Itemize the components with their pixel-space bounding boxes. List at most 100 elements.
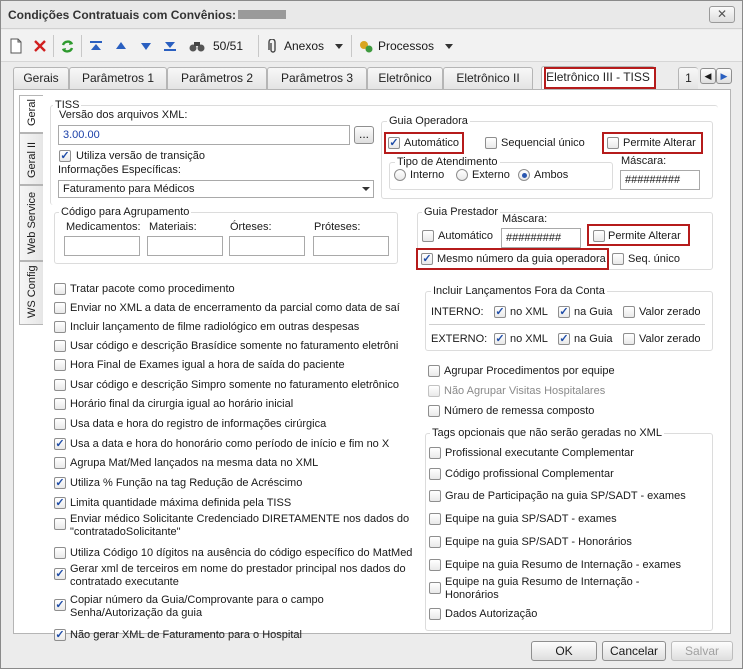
prestador-automatic-checkbox[interactable] xyxy=(422,230,434,242)
side-tab-label: Geral II xyxy=(26,141,38,178)
grouping-code-title: Código para Agrupamento xyxy=(59,206,192,218)
left-option-checkbox[interactable] xyxy=(54,302,66,314)
annexes-menu[interactable]: Anexos xyxy=(266,38,346,54)
left-option-checkbox[interactable]: ✓ xyxy=(54,629,66,641)
attendance-interno-radio[interactable] xyxy=(394,169,406,181)
specific-info-value: Faturamento para Médicos xyxy=(63,183,195,195)
save-button[interactable]: Salvar xyxy=(671,641,733,661)
left-option-checkbox[interactable]: ✓ xyxy=(54,599,66,611)
processes-icon xyxy=(360,40,373,52)
tab-eletronico-iii-tiss[interactable]: Eletrônico III - TISS xyxy=(541,66,655,89)
seq-unique-checkbox[interactable] xyxy=(612,253,624,265)
new-document-icon[interactable] xyxy=(9,38,23,54)
previous-record-icon[interactable] xyxy=(114,38,128,54)
tab-eletronico-ii[interactable]: Eletrônico II xyxy=(443,67,533,89)
right-option-checkbox[interactable] xyxy=(428,405,440,417)
left-option-label: Hora Final de Exames igual a hora de saí… xyxy=(70,359,345,371)
left-option-checkbox[interactable] xyxy=(54,518,66,530)
tab-gerais[interactable]: Gerais xyxy=(13,67,69,89)
tab-parametros-2[interactable]: Parâmetros 2 xyxy=(167,67,267,89)
left-option-checkbox[interactable] xyxy=(54,359,66,371)
refresh-icon[interactable] xyxy=(60,38,75,54)
annexes-label: Anexos xyxy=(284,39,325,53)
title-bar: Condições Contratuais com Convênios: ✕ xyxy=(1,1,742,29)
attendance-externo-label: Externo xyxy=(472,169,510,181)
operadora-mask-input[interactable]: ######### xyxy=(620,170,700,190)
attendance-externo-radio[interactable] xyxy=(456,169,468,181)
orthoses-input[interactable] xyxy=(229,236,305,256)
prostheses-input[interactable] xyxy=(313,236,389,256)
interno-no-xml-checkbox[interactable]: ✓ xyxy=(494,306,506,318)
first-record-icon[interactable] xyxy=(89,38,103,54)
tab-eletronico[interactable]: Eletrônico xyxy=(367,67,443,89)
materials-input[interactable] xyxy=(147,236,223,256)
ok-button[interactable]: OK xyxy=(531,641,597,661)
left-option-checkbox[interactable] xyxy=(54,340,66,352)
browse-version-button[interactable]: ... xyxy=(354,126,374,144)
left-option-checkbox[interactable]: ✓ xyxy=(54,477,66,489)
left-option-checkbox[interactable] xyxy=(54,418,66,430)
externo-no-xml-checkbox[interactable]: ✓ xyxy=(494,333,506,345)
left-option-checkbox[interactable]: ✓ xyxy=(54,497,66,509)
right-option-checkbox[interactable] xyxy=(428,365,440,377)
optional-tag-checkbox[interactable] xyxy=(429,559,441,571)
optional-tag-checkbox[interactable] xyxy=(429,513,441,525)
right-option-label: Não Agrupar Visitas Hospitalares xyxy=(444,385,606,397)
optional-tag-checkbox[interactable] xyxy=(429,536,441,548)
left-option-checkbox[interactable] xyxy=(54,321,66,333)
right-option-label: Agrupar Procedimentos por equipe xyxy=(444,365,615,377)
attendance-ambos-radio[interactable] xyxy=(518,169,530,181)
processes-menu[interactable]: Processos xyxy=(358,38,456,54)
search-binoculars-icon[interactable]: 50/51 xyxy=(189,38,243,54)
operadora-allow-change-checkbox[interactable] xyxy=(607,137,619,149)
tab-scroll-left-button[interactable]: ◀ xyxy=(700,68,716,84)
operadora-sequential-checkbox[interactable] xyxy=(485,137,497,149)
left-option-checkbox[interactable]: ✓ xyxy=(54,438,66,450)
tab-scroll-right-button[interactable]: ▶ xyxy=(716,68,732,84)
specific-info-select[interactable]: Faturamento para Médicos xyxy=(58,180,374,198)
tab-parametros-1[interactable]: Parâmetros 1 xyxy=(69,67,167,89)
left-option-checkbox[interactable] xyxy=(54,283,66,295)
left-option-checkbox[interactable] xyxy=(54,398,66,410)
operadora-automatic-checkbox[interactable]: ✓ xyxy=(388,137,400,149)
side-tab-geral[interactable]: Geral xyxy=(19,95,43,133)
externo-na-guia-checkbox[interactable]: ✓ xyxy=(558,333,570,345)
side-tab-web-service[interactable]: Web Service xyxy=(19,185,43,261)
close-button[interactable]: ✕ xyxy=(709,6,735,23)
tab-overflow[interactable]: 1 xyxy=(678,67,698,89)
chevron-down-icon xyxy=(362,187,370,191)
last-record-icon[interactable] xyxy=(163,38,177,54)
xml-version-input[interactable]: 3.00.00 xyxy=(58,125,350,145)
left-option-checkbox[interactable]: ✓ xyxy=(54,568,66,580)
optional-tag-checkbox[interactable] xyxy=(429,490,441,502)
left-option-label: Enviar no XML a data de encerramento da … xyxy=(70,302,400,314)
side-tab-ws-config[interactable]: WS Config xyxy=(19,261,43,325)
optional-tag-label: Código profissional Complementar xyxy=(445,468,614,480)
prostheses-label: Próteses: xyxy=(314,221,361,233)
transition-version-checkbox[interactable]: ✓ xyxy=(59,150,71,162)
side-tab-geral-ii[interactable]: Geral II xyxy=(19,133,43,185)
tab-parametros-3[interactable]: Parâmetros 3 xyxy=(267,67,367,89)
left-option-checkbox[interactable] xyxy=(54,547,66,559)
externo-valor-zerado-checkbox[interactable] xyxy=(623,333,635,345)
guia-operadora-title: Guia Operadora xyxy=(387,115,470,127)
same-number-checkbox[interactable]: ✓ xyxy=(421,253,433,265)
optional-tag-checkbox[interactable] xyxy=(429,447,441,459)
left-option-checkbox[interactable] xyxy=(54,379,66,391)
operadora-automatic-label: Automático xyxy=(404,137,460,149)
side-tab-label: WS Config xyxy=(26,265,38,318)
prestador-allow-change-checkbox[interactable] xyxy=(593,230,605,242)
optional-tag-checkbox[interactable] xyxy=(429,608,441,620)
medications-input[interactable] xyxy=(64,236,140,256)
right-option-checkbox[interactable] xyxy=(428,385,440,397)
interno-valor-zerado-checkbox[interactable] xyxy=(623,306,635,318)
optional-tag-checkbox[interactable] xyxy=(429,582,441,594)
left-option-checkbox[interactable] xyxy=(54,457,66,469)
optional-tag-checkbox[interactable] xyxy=(429,468,441,480)
cancel-button[interactable]: Cancelar xyxy=(602,641,666,661)
interno-na-guia-checkbox[interactable]: ✓ xyxy=(558,306,570,318)
optional-tags-title: Tags opcionais que não serão geradas no … xyxy=(430,427,664,439)
delete-icon[interactable] xyxy=(33,38,47,54)
next-record-icon[interactable] xyxy=(139,38,153,54)
prestador-mask-input[interactable]: ######### xyxy=(501,228,581,248)
